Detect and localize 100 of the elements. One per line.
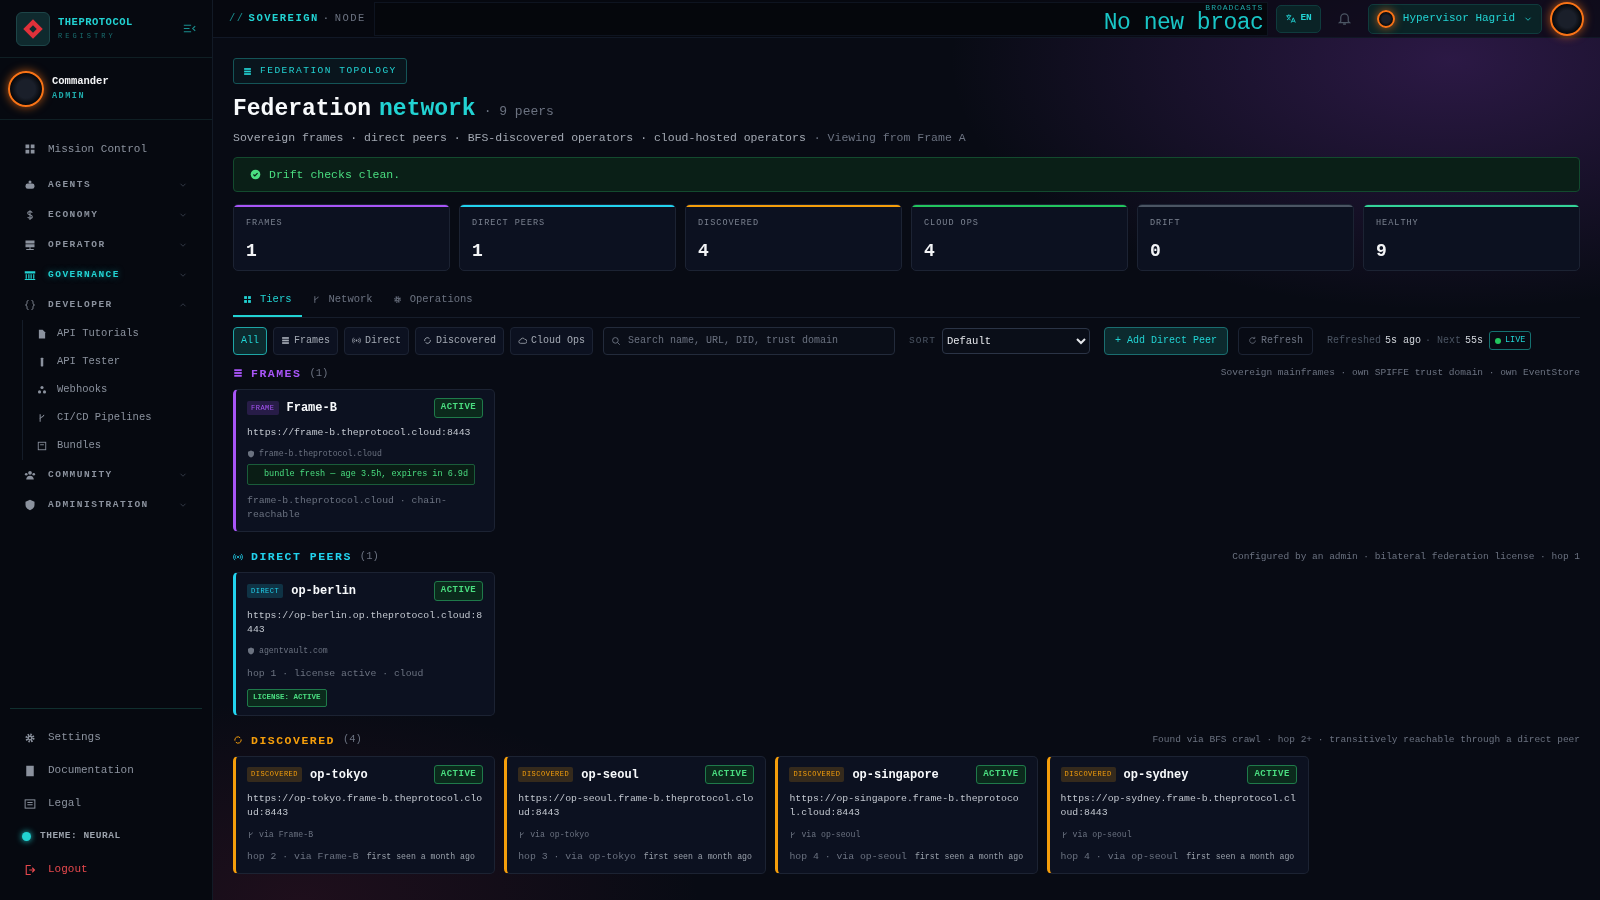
trust-domain: frame-b.theprotocol.cloud xyxy=(259,447,382,460)
section-count: (4) xyxy=(343,732,362,748)
server-icon xyxy=(24,239,36,251)
section-description: Found via BFS crawl · hop 2+ · transitively reachable through a direct peer xyxy=(1152,733,1580,747)
tab[interactable]: Tiers xyxy=(233,286,302,317)
trust-domain: agentvault.com xyxy=(259,645,328,658)
nav-item[interactable]: ADMINISTRATION xyxy=(0,490,212,520)
stat-label: DISCOVERED xyxy=(698,217,760,230)
refresh-button[interactable]: Refresh xyxy=(1237,326,1313,355)
nav-item[interactable]: Settings xyxy=(0,721,212,754)
branch-icon xyxy=(247,830,255,839)
nav-item[interactable]: COMMUNITY xyxy=(0,460,212,490)
nav-subitem[interactable]: API Tutorials xyxy=(23,320,212,348)
nav-subitem[interactable]: CI/CD Pipelines xyxy=(23,404,212,432)
branch-icon xyxy=(311,295,321,305)
first-seen: first seen a month ago xyxy=(366,850,475,863)
nav-item[interactable]: Mission Control xyxy=(0,134,212,164)
peer-meta: hop 4 · via op-seoul xyxy=(789,849,907,864)
peer-name: op-singapore xyxy=(852,766,940,784)
user-menu[interactable]: Hypervisor Hagrid xyxy=(1367,3,1542,34)
first-seen: first seen a month ago xyxy=(915,850,1024,863)
status-badge: ACTIVE xyxy=(705,764,755,785)
nav-item[interactable]: DEVELOPER xyxy=(0,290,212,320)
nav-item[interactable]: Documentation xyxy=(0,754,212,787)
peer-url: https://op-singapore.frame-b.theprotocol.cloud:8443 xyxy=(789,792,1020,821)
route-via: via Frame-B xyxy=(259,828,314,841)
nav-subitem[interactable]: Webhooks xyxy=(23,376,212,404)
peer-name: op-sydney xyxy=(1123,766,1190,784)
refresh-status: 5s ago xyxy=(1384,334,1421,349)
stat-value: 0 xyxy=(1150,239,1162,263)
brand-name: THEPROTOCOL xyxy=(58,15,134,31)
status-badge: ACTIVE xyxy=(433,581,484,601)
ticker-text: No new broac xyxy=(1103,11,1264,35)
nav-item[interactable]: GOVERNANCE xyxy=(0,260,212,290)
breadcrumb-label: // xyxy=(229,10,245,26)
search-field[interactable]: Search name, URL, DID, trust domain xyxy=(603,326,896,355)
branch-icon xyxy=(37,413,47,423)
sort-label: SORT xyxy=(909,333,936,348)
peer-meta: frame-b.theprotocol.cloud · chain-reachable xyxy=(247,493,448,523)
first-seen: first seen a month ago xyxy=(643,850,752,863)
ticker-label: BROADCASTS xyxy=(1205,2,1264,12)
sort-select[interactable]: Default xyxy=(941,327,1090,354)
logo[interactable] xyxy=(16,11,50,46)
filter-chip[interactable]: All xyxy=(233,326,267,355)
viewing-note: · Viewing from Frame A xyxy=(813,129,966,146)
filter-chip[interactable]: Cloud Ops xyxy=(510,326,594,355)
logout-link[interactable]: Logout xyxy=(0,853,212,886)
nav-subitem[interactable]: API Tester xyxy=(23,348,212,376)
collapse-icon[interactable] xyxy=(183,22,196,35)
breadcrumb-label: SOVEREIGN xyxy=(248,10,319,26)
nodes-icon xyxy=(37,385,47,395)
peer-name: op-berlin xyxy=(291,583,358,601)
robot-icon xyxy=(24,179,36,191)
section-title: DISCOVERED xyxy=(251,732,335,749)
status-badge: ACTIVE xyxy=(433,398,484,418)
bell-icon[interactable] xyxy=(1336,11,1352,26)
nav-subitem[interactable]: Bundles xyxy=(23,432,212,460)
peer-url: https://op-tokyo.frame-b.theprotocol.cloud:8443 xyxy=(247,792,484,821)
filter-chip[interactable]: Direct xyxy=(344,326,410,355)
branch-icon xyxy=(1060,830,1069,839)
theme-toggle[interactable]: THEME: NEURAL xyxy=(0,820,212,853)
add-peer-button[interactable]: + Add Direct Peer xyxy=(1103,326,1228,355)
check-icon xyxy=(250,169,261,180)
stat-value: 9 xyxy=(1376,239,1388,263)
nav-item[interactable]: OPERATOR xyxy=(0,230,212,260)
refresh-status: Refreshed xyxy=(1326,334,1381,349)
book-icon xyxy=(24,764,36,777)
route-via: via op-tokyo xyxy=(530,828,590,841)
nav-item[interactable]: Legal xyxy=(0,787,212,820)
filter-chip[interactable]: Frames xyxy=(273,326,339,355)
user-role: ADMIN xyxy=(52,90,86,103)
stat-label: CLOUD OPS xyxy=(924,217,980,230)
box-icon xyxy=(37,441,47,451)
tab[interactable]: Network xyxy=(301,286,383,317)
breadcrumb-label: NODE xyxy=(334,10,366,26)
nav-item[interactable]: AGENTS xyxy=(0,170,212,200)
refresh-icon xyxy=(1247,336,1257,346)
peer-url: https://op-seoul.frame-b.theprotocol.cloud:8443 xyxy=(518,792,755,821)
shield-icon xyxy=(247,647,255,656)
section-title: FRAMES xyxy=(251,365,302,382)
stat-value: 4 xyxy=(924,239,936,263)
filter-chip[interactable]: Discovered xyxy=(415,326,505,355)
peer-name: op-tokyo xyxy=(310,766,369,784)
users-icon xyxy=(24,469,36,481)
nav-item[interactable]: ECONOMY xyxy=(0,200,212,230)
building-icon xyxy=(24,269,36,281)
language-button[interactable]: EN xyxy=(1276,4,1321,33)
stack-icon xyxy=(233,368,243,379)
stat-label: FRAMES xyxy=(246,217,284,230)
signal-icon xyxy=(233,551,243,562)
tab[interactable]: Operations xyxy=(382,286,483,317)
branch-icon xyxy=(789,830,798,839)
cycle-icon xyxy=(423,336,433,346)
shield-icon xyxy=(24,499,36,511)
stat-value: 4 xyxy=(698,239,710,263)
status-badge: ACTIVE xyxy=(976,764,1026,785)
file-icon xyxy=(37,329,47,339)
stat-value: 1 xyxy=(472,239,484,263)
stack-icon xyxy=(243,66,252,76)
separator-dot: · xyxy=(322,10,331,26)
